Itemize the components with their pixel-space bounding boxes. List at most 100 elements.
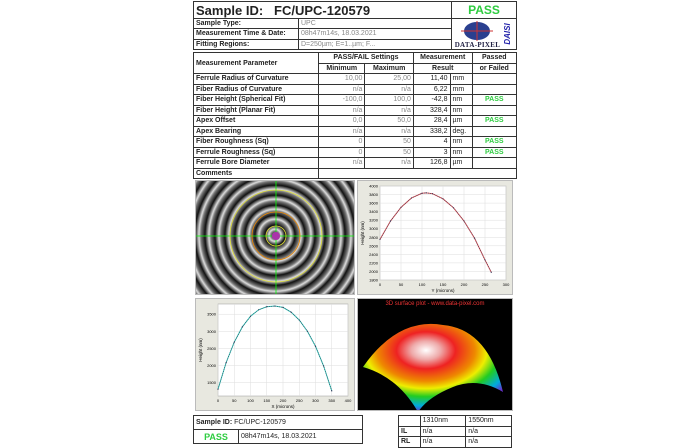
pass-fail-status: PASS [471, 115, 518, 127]
x-tick-label: 200 [280, 398, 287, 403]
logo: DATA-PIXEL DAISI [450, 18, 518, 50]
data-point [431, 193, 434, 195]
rl-label: RL [398, 436, 421, 448]
result-value: 28,4 [412, 115, 451, 127]
data-point [249, 315, 252, 317]
loss-table: 1310nm 1550nm IL n/a n/a RL n/a n/a [398, 415, 512, 448]
x-tick-label: 50 [232, 398, 237, 403]
sample-id-label: Sample ID: [196, 2, 264, 18]
col-param: Measurement Parameter [193, 52, 319, 74]
interferogram-overlay [196, 181, 354, 294]
x-axis-label: Y (microns) [432, 288, 455, 293]
pass-fail-status [471, 83, 518, 95]
data-point [298, 319, 300, 321]
max-value: n/a [364, 157, 414, 169]
max-value: n/a [364, 125, 414, 137]
x-tick-label: 0 [379, 282, 382, 287]
svg-text:DAISI: DAISI [503, 23, 512, 45]
y-tick-label: 1800 [369, 278, 379, 283]
param-name: Fiber Height (Planar Fit) [193, 104, 319, 116]
col-pf2: or Failed [471, 62, 518, 74]
table-row: Fiber Height (Planar Fit) n/a n/a 328,4 nm [193, 104, 518, 116]
data-point [314, 345, 317, 347]
y-tick-label: 2400 [369, 252, 379, 257]
x-tick-label: 200 [461, 282, 468, 287]
param-name: Fiber Roughness (Sq) [193, 136, 319, 148]
il-1550: n/a [465, 425, 512, 437]
data-point [323, 365, 325, 367]
result-value: 126,8 [412, 157, 451, 169]
x-tick-label: 0 [217, 398, 220, 403]
y-tick-label: 4000 [369, 184, 379, 189]
y-tick-label: 3500 [207, 312, 217, 317]
x-tick-label: 250 [482, 282, 489, 287]
y-axis-label: Height (nm) [198, 338, 203, 362]
data-point [274, 305, 276, 307]
pass-fail-status [471, 157, 518, 169]
result-value: 338,2 [412, 125, 451, 137]
loss-col-1550: 1550nm [465, 415, 512, 427]
result-unit: mm [449, 83, 473, 95]
x-tick-label: 350 [328, 398, 335, 403]
table-row: Fiber Radius of Curvature n/a n/a 6,22 mm [193, 83, 518, 95]
comments-value [318, 167, 517, 179]
max-value: n/a [364, 83, 414, 95]
x-tick-label: 300 [312, 398, 319, 403]
data-point [389, 220, 392, 222]
status-badge: PASS [450, 1, 518, 19]
min-value: n/a [317, 83, 366, 95]
max-value: 50 [364, 136, 414, 148]
data-point [258, 309, 260, 311]
il-label: IL [398, 425, 421, 437]
min-value: 0 [317, 146, 366, 158]
data-point [425, 192, 427, 194]
col-result2: Result [412, 62, 473, 74]
sample-type-label: Sample Type: [193, 17, 299, 30]
table-row: Apex Offset 0,0 50,0 28,4 µm PASS [193, 115, 518, 127]
rl-1310: n/a [419, 436, 467, 448]
data-point [241, 326, 243, 328]
max-value: 50 [364, 146, 414, 158]
fitting-regions-value: D=250µm; E=1..µm; F... [298, 38, 452, 51]
result-value: 3 [412, 146, 451, 158]
interferogram-image [195, 180, 355, 295]
daisi-brand-icon: DAISI [503, 23, 512, 45]
data-point [379, 238, 381, 241]
y-tick-label: 3800 [369, 192, 379, 197]
min-value: 0,0 [317, 115, 366, 127]
max-value: 50,0 [364, 115, 414, 127]
pass-fail-status: PASS [471, 94, 518, 106]
x-tick-label: 100 [419, 282, 426, 287]
x-tick-label: 50 [399, 282, 404, 287]
profile-chart-y: 0 50 100 150 200 250 300 1800 2000 2200 2400 2600 28… [357, 180, 513, 295]
table-row: Ferrule Bore Diameter n/a n/a 126,8 µm [193, 157, 518, 169]
col-max: Maximum [364, 62, 414, 74]
y-tick-label: 3600 [369, 201, 379, 206]
min-value: n/a [317, 104, 366, 116]
pass-fail-status [471, 73, 518, 85]
logo-text: DATA-PIXEL [454, 40, 501, 49]
param-name: Ferrule Roughness (Sq) [193, 146, 319, 158]
result-value: 11,40 [412, 73, 451, 85]
min-value: 0 [317, 136, 366, 148]
col-pf: Passed [471, 52, 518, 64]
result-unit: nm [449, 94, 473, 106]
footer-sample-id: Sample ID: FC/UPC-120579 [193, 415, 363, 430]
data-point [225, 362, 227, 364]
col-result: Measurement [412, 52, 473, 64]
result-unit: mm [449, 73, 473, 85]
min-value: n/a [317, 157, 366, 169]
data-point [266, 306, 268, 308]
pass-fail-status [471, 125, 518, 137]
data-point [233, 341, 235, 343]
surface-plot-render [363, 324, 503, 410]
y-tick-label: 3400 [369, 209, 379, 214]
param-name: Apex Offset [193, 115, 319, 127]
y-tick-label: 2600 [369, 243, 379, 248]
result-unit: deg. [449, 125, 473, 137]
measurement-time-value: 08h47m14s, 18.03.2021 [298, 28, 452, 40]
result-unit: µm [449, 157, 473, 169]
table-row: Ferrule Radius of Curvature 10,00 25,00 11,… [193, 73, 518, 85]
rl-1550: n/a [465, 436, 512, 448]
y-tick-label: 3000 [369, 226, 379, 231]
